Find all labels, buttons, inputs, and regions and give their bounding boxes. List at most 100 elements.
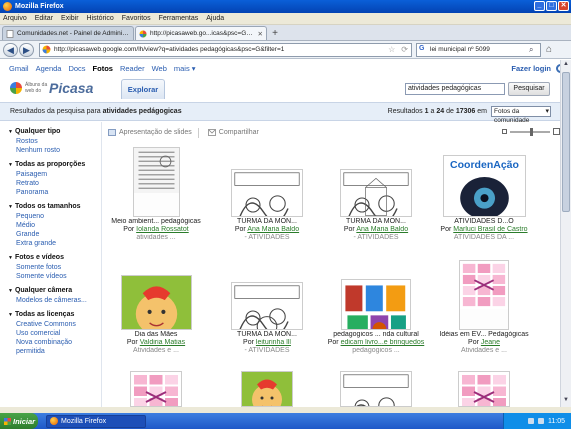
author-link[interactable]: leiturinha lll — [256, 339, 291, 346]
photo-caption[interactable]: Meio ambient... pedagógicas — [104, 218, 208, 226]
photo-caption[interactable]: Dia das Mães — [104, 331, 208, 339]
photo-card[interactable]: Meio ambient... pedagógicas Por Iolanda R… — [104, 145, 208, 242]
filter-option[interactable]: Modelos de câmeras... — [8, 296, 101, 305]
author-link[interactable]: Marluci Brasil de Castro — [453, 226, 527, 233]
scroll-up-icon[interactable]: ▲ — [562, 61, 570, 70]
filter-option[interactable]: Extra grande — [8, 239, 101, 248]
photo-thumbnail[interactable] — [341, 279, 411, 330]
photo-card[interactable]: TURMA DA MÔN... Por leiturinha lll - ATIVI… — [215, 258, 319, 355]
picasa-logo[interactable]: Álbuns da web do Picasa — [10, 80, 93, 96]
maximize-button[interactable]: □ — [546, 1, 557, 11]
picasa-search-input[interactable]: atividades pedagógicas — [405, 83, 505, 95]
menu-arquivo[interactable]: Arquivo — [3, 15, 27, 22]
small-thumbs-icon[interactable] — [502, 129, 507, 134]
filter-group-title[interactable]: ▼ Qualquer tipo — [8, 127, 101, 137]
filter-option[interactable]: Uso comercial — [8, 329, 101, 338]
menu-ferramentas[interactable]: Ferramentas — [159, 15, 199, 22]
photo-thumbnail[interactable] — [458, 371, 510, 407]
close-button[interactable]: ✕ — [558, 1, 569, 11]
magnifier-icon[interactable]: ⌕ — [529, 45, 540, 55]
taskbar-item-firefox[interactable]: Mozilla Firefox — [46, 414, 146, 428]
vertical-scrollbar[interactable]: ▲ ▼ — [560, 60, 571, 407]
filter-option[interactable]: Somente vídeos — [8, 272, 101, 281]
album-link[interactable]: - ATIVIDADES — [324, 234, 428, 242]
photo-card[interactable] — [324, 371, 428, 407]
photo-caption[interactable]: TURMA DA MÔN... — [215, 331, 319, 339]
filter-group-title[interactable]: ▼ Todas as licenças — [8, 310, 101, 320]
tab-explorar[interactable]: Explorar — [121, 79, 165, 99]
web-search-box[interactable]: G lei municipal nº 5099 ⌕ — [416, 42, 541, 57]
photo-thumbnail[interactable] — [241, 371, 293, 407]
photo-thumbnail[interactable] — [340, 371, 412, 407]
zoom-slider-handle[interactable] — [530, 127, 533, 136]
filter-option[interactable]: Panorama — [8, 188, 101, 197]
author-link[interactable]: Iolanda Rossatot — [136, 226, 189, 233]
menu-exibir[interactable]: Exibir — [61, 15, 79, 22]
filter-option[interactable]: Médio — [8, 221, 101, 230]
filter-option[interactable]: Creative Commons — [8, 320, 101, 329]
address-bar[interactable]: http://picasaweb.google.com/lh/view?q=at… — [39, 42, 412, 57]
back-button[interactable]: ◀ — [3, 42, 18, 57]
photo-thumbnail[interactable] — [459, 260, 509, 330]
new-tab-button[interactable]: + — [268, 28, 282, 40]
filter-group-title[interactable]: ▼ Fotos e vídeos — [8, 253, 101, 263]
photo-card[interactable]: CoordenAção PEDAGÓGICA ATIVIDADES D...O Por… — [432, 145, 536, 242]
zoom-control[interactable] — [502, 127, 560, 136]
tab-close-icon[interactable]: ✕ — [258, 30, 263, 38]
photo-thumbnail[interactable] — [120, 275, 192, 330]
slideshow-link[interactable]: Apresentação de slides — [119, 129, 192, 136]
author-link[interactable]: Valdiria Matias — [140, 339, 185, 346]
album-link[interactable]: - ATIVIDADES — [215, 347, 319, 355]
author-link[interactable]: Ana Maria Baldo — [356, 226, 408, 233]
photo-thumbnail[interactable] — [130, 371, 182, 407]
photo-card[interactable] — [104, 371, 208, 407]
network-icon[interactable] — [528, 418, 534, 424]
filter-group-title[interactable]: ▼ Todos os tamanhos — [8, 202, 101, 212]
album-link[interactable]: Atividades e ... — [104, 347, 208, 355]
reload-icon[interactable]: ⟳ — [401, 45, 408, 54]
photo-card[interactable]: TURMA DA MÔN... Por Ana Maria Baldo - ATIV… — [324, 145, 428, 242]
filter-group-title[interactable]: ▼ Qualquer câmera — [8, 286, 101, 296]
photo-card[interactable] — [432, 371, 536, 407]
filter-group-title[interactable]: ▼ Todas as proporções — [8, 160, 101, 170]
album-link[interactable]: atividades ... — [104, 234, 208, 242]
share-link[interactable]: Compartilhar — [219, 129, 259, 136]
scrollbar-thumb[interactable] — [562, 72, 570, 212]
photo-caption[interactable]: Idéias em EV... Pedagógicas — [432, 331, 536, 339]
photo-card[interactable]: pedagogicos ... nda cultural Por edicam l… — [324, 258, 428, 355]
filter-option[interactable]: Paisagem — [8, 170, 101, 179]
bookmark-star-icon[interactable]: ☆ — [388, 45, 395, 54]
tab-picasa[interactable]: http://picasaweb.go...icas&psc=G&filter=… — [135, 26, 267, 40]
photo-caption[interactable]: pedagogicos ... nda cultural — [324, 331, 428, 339]
login-link[interactable]: Fazer login — [511, 64, 551, 73]
photo-card[interactable]: Idéias em EV... Pedagógicas Por Jeane Ativ… — [432, 258, 536, 355]
filter-option[interactable]: Rostos — [8, 137, 101, 146]
photo-caption[interactable]: TURMA DA MÔN... — [324, 218, 428, 226]
minimize-button[interactable]: _ — [534, 1, 545, 11]
photo-card[interactable]: TURMA DA MÔN... Por Ana Maria Baldo - ATIV… — [215, 145, 319, 242]
album-link[interactable]: pedagogicos ... — [324, 347, 428, 355]
filter-option[interactable]: Somente fotos — [8, 263, 101, 272]
gbar-gmail[interactable]: Gmail — [9, 64, 29, 73]
filter-option[interactable]: Retrato — [8, 179, 101, 188]
menu-favoritos[interactable]: Favoritos — [122, 15, 151, 22]
photo-caption[interactable]: ATIVIDADES D...O — [432, 218, 536, 226]
filter-option[interactable]: Nenhum rosto — [8, 146, 101, 155]
photo-thumbnail[interactable] — [231, 282, 303, 330]
gbar-reader[interactable]: Reader — [120, 64, 145, 73]
album-link[interactable]: - ATIVIDADES — [215, 234, 319, 242]
start-button[interactable]: Iniciar — [0, 413, 38, 429]
photo-card[interactable]: Dia das Mães Por Valdiria Matias Atividade… — [104, 258, 208, 355]
photo-caption[interactable]: TURMA DA MÔN... — [215, 218, 319, 226]
filter-option[interactable]: Grande — [8, 230, 101, 239]
photo-thumbnail[interactable] — [340, 169, 412, 217]
menu-ajuda[interactable]: Ajuda — [206, 15, 224, 22]
tab-comunidades[interactable]: Comunidades.net - Painel de Administraçã… — [2, 26, 134, 40]
author-link[interactable]: Ana Maria Baldo — [247, 226, 299, 233]
gbar-agenda[interactable]: Agenda — [36, 64, 62, 73]
photo-thumbnail[interactable] — [132, 147, 180, 217]
album-link[interactable]: ATIVIDADES DA ... — [432, 234, 536, 242]
album-link[interactable]: Atividades e ... — [432, 347, 536, 355]
scope-select[interactable]: Fotos da comunidade — [491, 106, 551, 124]
photo-thumbnail[interactable] — [231, 169, 303, 217]
